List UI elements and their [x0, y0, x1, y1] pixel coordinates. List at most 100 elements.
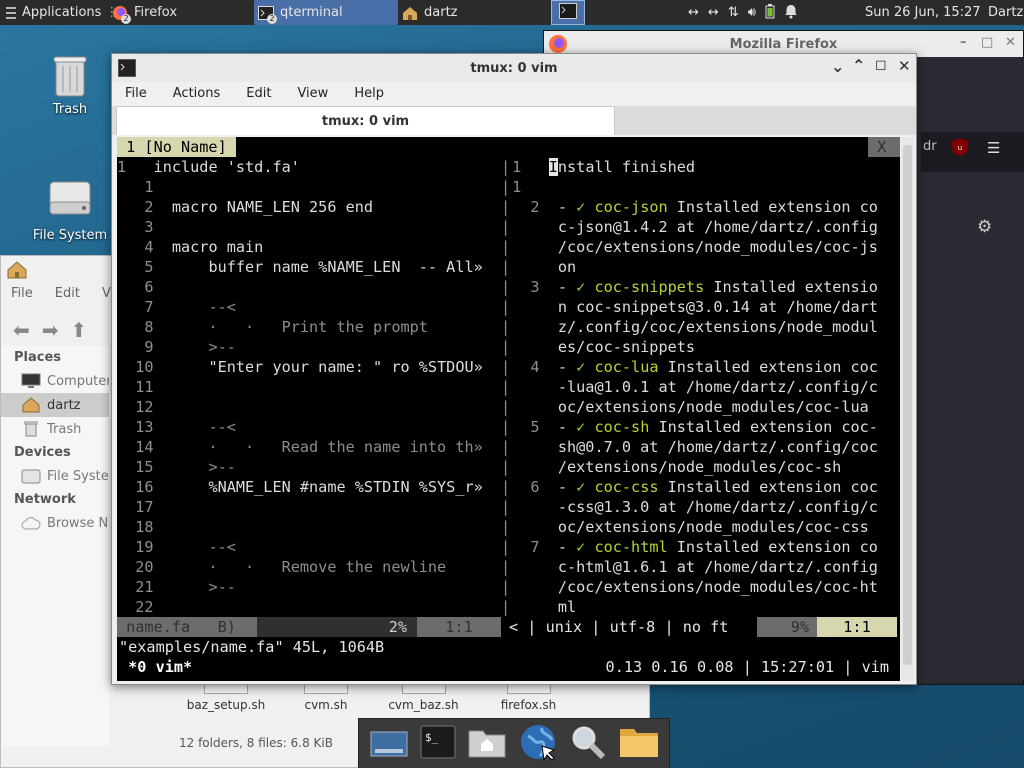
drive-icon [48, 178, 92, 222]
network-header: Network [14, 492, 76, 507]
hamburger-menu-icon[interactable]: ☰ [987, 139, 1000, 157]
trash-icon [48, 52, 92, 97]
vim-line: 5 buffer name %NAME_LEN -- All» [117, 257, 482, 277]
close-icon[interactable]: ✕ [1005, 35, 1016, 50]
menu-help[interactable]: Help [341, 86, 397, 101]
checkmark-icon: ✓ [576, 478, 586, 496]
terminal-tab[interactable]: tmux: 0 vim [116, 106, 615, 135]
qterminal-window[interactable]: tmux: 0 vim ⌄ ⌃ ◻ ✕ File Actions Edit Vi… [111, 53, 917, 685]
network-icon[interactable]: ↔ [688, 5, 699, 20]
search-icon[interactable] [569, 723, 607, 765]
back-icon[interactable]: ⬅ [13, 318, 30, 342]
terminal-icon[interactable]: $_ [420, 725, 456, 763]
line-text: - [557, 358, 577, 376]
extension-name: coc-html [594, 538, 668, 556]
sidebar-item-file-system[interactable]: File System [1, 464, 109, 488]
scrollbar-thumb[interactable] [903, 145, 912, 665]
vim-line: ml [503, 597, 576, 617]
terminal-scrollbar[interactable] [901, 137, 914, 681]
volume-icon[interactable]: 🔊︎ [748, 5, 756, 20]
battery-icon[interactable] [765, 3, 775, 23]
desktop-icon-trash[interactable]: Trash [25, 52, 115, 117]
folder-icon[interactable] [618, 725, 660, 763]
vim-line: 9 >-- [117, 337, 236, 357]
checkmark-icon: ✓ [576, 418, 586, 436]
menu-file[interactable]: File [112, 86, 160, 101]
vim-line: 3 - ✓ coc-snippets Installed extensio [503, 277, 878, 297]
notification-bell-icon[interactable] [784, 3, 798, 23]
line-text: >-- [171, 458, 236, 476]
minimize-icon[interactable]: – [960, 35, 967, 50]
vim-line: 1 [503, 177, 549, 197]
ublock-icon[interactable]: u [951, 137, 969, 161]
close-icon[interactable]: ✕ [898, 57, 911, 75]
menu-actions[interactable]: Actions [160, 86, 234, 101]
checkmark-icon: ✓ [576, 358, 586, 376]
forward-icon[interactable]: ➡ [42, 318, 59, 342]
maximize-icon[interactable]: ⌃ [852, 56, 865, 75]
menu-edit[interactable]: Edit [55, 286, 80, 301]
extension-name: coc-sh [594, 418, 650, 436]
sidebar-item-dartz[interactable]: dartz [1, 393, 109, 417]
tmux-window-label[interactable]: *0 vim* [119, 657, 201, 677]
network-cloud-icon [21, 515, 41, 531]
applications-menu[interactable]: Applications ⋮ [4, 0, 118, 25]
sidebar-item-trash[interactable]: Trash [1, 417, 109, 441]
sidebar-item-browse-network[interactable]: Browse N [1, 511, 109, 535]
vim-left-pane[interactable]: 1 include 'std.fa' 1 2 macro NAME_LEN 25… [117, 157, 501, 617]
line-number: 5 [503, 418, 540, 436]
line-text: >-- [171, 338, 236, 356]
vim-line: sh@0.7.0 at /home/dartz/.config/coc [503, 437, 878, 457]
up-icon[interactable]: ⬆ [71, 318, 88, 342]
line-text: Installed extension co [667, 538, 878, 556]
line-number: 3 [117, 218, 154, 236]
maximize-icon[interactable]: □ [981, 35, 993, 50]
terminal-icon [118, 59, 136, 81]
line-number: 1 [117, 158, 127, 176]
line-number: 19 [117, 538, 154, 556]
terminal-screen[interactable]: 1 [No Name] X 1 include 'std.fa' 1 2 mac… [117, 137, 900, 681]
taskbar-item-firefox[interactable]: 2 Firefox [112, 0, 250, 25]
vim-line: -lua@1.0.1 at /home/dartz/.config/c [503, 377, 878, 397]
taskbar-item-qterminal[interactable]: 2 qterminal [254, 0, 398, 25]
transfer-icon[interactable]: ⇅ [728, 5, 739, 20]
vim-tabline-close[interactable]: X [868, 137, 900, 157]
restore-icon[interactable]: ◻ [875, 57, 887, 73]
line-number: 10 [117, 358, 154, 376]
url-bar-fragment[interactable]: dr [923, 139, 937, 154]
taskbar-label: qterminal [280, 5, 343, 20]
home-folder-icon[interactable] [467, 725, 507, 763]
vim-tabline-current[interactable]: 1 [No Name] [117, 137, 236, 157]
line-text: - [557, 478, 577, 496]
line-text: include 'std.fa' [153, 158, 300, 176]
workspace-switcher[interactable] [551, 0, 585, 25]
trash-icon [21, 421, 41, 437]
places-header: Places [14, 350, 62, 365]
minimize-icon[interactable]: ⌄ [831, 57, 844, 76]
terminal-icon [559, 2, 577, 23]
menu-view[interactable]: View [284, 86, 341, 101]
line-text: macro main [171, 238, 264, 256]
line-number: 11 [117, 378, 154, 396]
menu-file[interactable]: File [11, 286, 33, 301]
line-number: 3 [503, 278, 540, 296]
vim-line: es/coc-snippets [503, 337, 695, 357]
clock[interactable]: Sun 26 Jun, 15:27 [865, 0, 981, 25]
file-item-label: cvm_baz.sh [388, 698, 459, 712]
vim-right-pane[interactable]: 1 Install finished 1 2 - ✓ coc-json Inst… [503, 157, 900, 617]
user-menu[interactable]: Dartz [988, 0, 1023, 25]
taskbar-item-dartz[interactable]: dartz [402, 0, 540, 25]
menu-edit[interactable]: Edit [233, 86, 284, 101]
settings-gear-icon[interactable]: ⚙ [977, 217, 992, 237]
line-number: 7 [503, 538, 540, 556]
file-item-label: firefox.sh [500, 698, 557, 712]
show-desktop-icon[interactable] [369, 726, 409, 762]
desktop-icon-file-system[interactable]: File System [25, 178, 115, 243]
network-icon[interactable]: ↔ [708, 5, 719, 20]
web-browser-icon[interactable] [518, 722, 558, 766]
line-text: - [557, 198, 577, 216]
vim-line: 4 macro main [117, 237, 263, 257]
vim-line: 1 Install finished [503, 157, 695, 177]
sidebar-item-computer[interactable]: Computer [1, 369, 109, 393]
line-text: n coc-snippets@3.0.14 at /home/dart [557, 298, 878, 316]
